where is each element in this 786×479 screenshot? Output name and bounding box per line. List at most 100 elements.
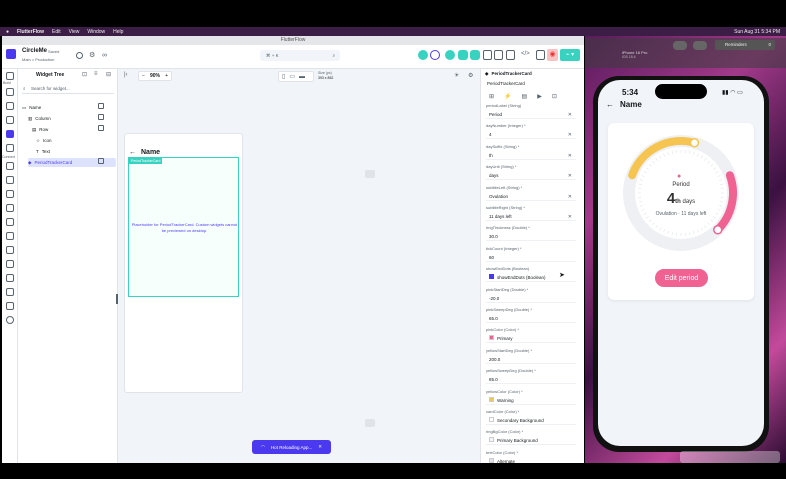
cloud-icon[interactable] — [6, 204, 14, 212]
prop-value-field[interactable]: days ✕ — [486, 172, 576, 181]
prop-value-field[interactable]: th ✕ — [486, 152, 576, 160]
link-icon[interactable]: ∞ — [102, 52, 107, 59]
clear-icon[interactable]: ✕ — [568, 172, 572, 180]
clear-icon[interactable]: ✕ — [568, 152, 572, 160]
upload-icon[interactable] — [6, 260, 14, 268]
actions-tab-icon[interactable]: ⚡ — [504, 93, 511, 100]
clear-icon[interactable]: ✕ — [568, 193, 572, 201]
prop-value-field[interactable]: 30.0 — [486, 233, 576, 242]
phone-icon[interactable]: ▯ — [282, 73, 285, 80]
canvas-tool-icon[interactable] — [365, 419, 375, 427]
menubar-clock[interactable]: Sun Aug 31 5:34 PM — [734, 29, 780, 35]
settings-icon[interactable]: ⚙ — [89, 52, 95, 59]
back-arrow-icon[interactable]: ← — [129, 149, 136, 156]
custom-widget-placeholder[interactable]: PeriodTrackerCard Placeholder for Period… — [128, 157, 239, 297]
prop-value-field[interactable]: Secondary Background — [486, 417, 576, 425]
page-preview[interactable]: ← Name PeriodTrackerCard Placeholder for… — [124, 133, 243, 393]
back-arrow-icon[interactable]: ← — [606, 100, 614, 109]
team-icon[interactable] — [458, 50, 468, 60]
widget-tree-icon[interactable] — [6, 130, 14, 138]
menu-window[interactable]: Window — [87, 29, 105, 35]
prop-value-field[interactable]: 200.0 — [486, 356, 576, 364]
tree-item-action-icon[interactable] — [98, 158, 104, 164]
state-icon[interactable] — [6, 190, 14, 198]
collapse-icon[interactable]: ⊟ — [106, 71, 111, 78]
copy-icon[interactable] — [483, 50, 492, 60]
properties-tab-icon[interactable]: ⊞ — [489, 93, 494, 100]
branch-icon[interactable] — [430, 50, 440, 60]
prop-value-field[interactable]: Primary — [486, 335, 576, 344]
more-tab-icon[interactable]: ⊡ — [552, 93, 557, 100]
prop-value-field[interactable]: 11 days left ✕ — [486, 213, 576, 221]
zoom-in-icon[interactable]: + — [165, 72, 168, 80]
zoom-out-icon[interactable]: − — [142, 72, 145, 80]
tree-item-action-icon[interactable] — [98, 125, 104, 131]
reminders-notification[interactable]: Reminders 0 — [715, 40, 775, 50]
tree-item-action-icon[interactable] — [98, 114, 104, 120]
tree-item-column[interactable]: ▥ Column — [28, 114, 51, 123]
project-name[interactable]: CircleMe — [22, 48, 47, 54]
version-icon[interactable] — [6, 302, 14, 310]
theme-icon[interactable] — [6, 288, 14, 296]
preview-eye-icon[interactable]: ◉ — [547, 49, 558, 61]
pages-icon[interactable] — [6, 88, 14, 96]
build-icon[interactable] — [6, 72, 14, 80]
tree-item-text[interactable]: T Text — [36, 147, 50, 156]
code-file-icon[interactable] — [6, 246, 14, 254]
device-icon[interactable] — [536, 50, 545, 60]
help-icon[interactable] — [76, 52, 83, 59]
prop-value-field[interactable]: Period ✕ — [486, 111, 576, 119]
clear-icon[interactable]: ✕ — [568, 131, 572, 139]
screenshot-icon[interactable] — [693, 41, 707, 50]
prop-value-field[interactable]: 4 ✕ — [486, 131, 576, 140]
desktop-icon[interactable]: ▬ — [299, 74, 305, 80]
clear-icon[interactable]: ✕ — [568, 111, 572, 119]
agent-icon[interactable] — [6, 274, 14, 282]
clear-icon[interactable]: ✕ — [568, 213, 572, 221]
canvas-tool-icon[interactable] — [365, 170, 375, 178]
flutterflow-logo-icon[interactable] — [6, 49, 16, 59]
canvas-settings-icon[interactable]: ⚙ — [468, 72, 473, 79]
download-icon[interactable] — [506, 50, 515, 60]
media-icon[interactable] — [6, 232, 14, 240]
run-check-icon[interactable] — [418, 50, 428, 60]
menu-help[interactable]: Help — [113, 29, 123, 35]
apple-icon[interactable]: ● — [6, 29, 9, 35]
menu-edit[interactable]: Edit — [52, 29, 61, 35]
tree-item-row[interactable]: ▤ Row — [32, 125, 48, 134]
data-icon[interactable] — [6, 162, 14, 170]
prop-value-field[interactable]: Ovulation ✕ — [486, 193, 576, 201]
test-icon[interactable] — [494, 50, 503, 60]
tablet-icon[interactable]: ▭ — [289, 73, 295, 80]
prop-value-field[interactable]: -20.0 — [486, 295, 576, 303]
play-tab-icon[interactable]: ▶ — [537, 93, 542, 100]
zoom-control[interactable]: − 90% + — [138, 71, 172, 81]
api-icon[interactable] — [6, 176, 14, 184]
prop-value-field[interactable]: 60 — [486, 254, 576, 262]
prop-value-field[interactable]: 65.0 — [486, 315, 576, 323]
branch-selector[interactable]: Main > Production — [22, 57, 54, 62]
collapse-left-icon[interactable]: |‹ — [124, 72, 128, 78]
home-button-icon[interactable] — [673, 41, 687, 50]
tree-item-name[interactable]: ▭ Name — [22, 103, 41, 112]
prop-value-field[interactable]: Warning — [486, 396, 576, 405]
components-icon[interactable] — [6, 102, 14, 110]
lock-icon[interactable]: ⊡ — [82, 71, 87, 78]
menu-view[interactable]: View — [69, 29, 80, 35]
code-icon[interactable]: </> — [521, 51, 530, 57]
tree-item-icon[interactable]: ☆ Icon — [36, 136, 52, 145]
edit-period-button[interactable]: Edit period — [655, 269, 708, 287]
tree-item-action-icon[interactable] — [98, 103, 104, 109]
share-icon[interactable] — [470, 50, 480, 60]
assets-icon[interactable] — [6, 218, 14, 226]
gear-icon[interactable] — [6, 316, 14, 324]
checkbox-icon[interactable] — [489, 274, 494, 280]
close-icon[interactable]: ✕ — [318, 444, 322, 450]
prop-value-field[interactable]: Primary Background — [486, 437, 576, 446]
command-search[interactable]: ⌘ + K ⌕ — [260, 50, 340, 61]
explorer-icon[interactable] — [6, 144, 14, 152]
size-value[interactable]: 393 x 852 — [318, 76, 333, 80]
widget-search-input[interactable]: ⌕ Search for widget... — [22, 84, 114, 94]
menubar-app[interactable]: FlutterFlow — [17, 29, 44, 35]
backend-tab-icon[interactable]: ▤ — [522, 93, 528, 100]
